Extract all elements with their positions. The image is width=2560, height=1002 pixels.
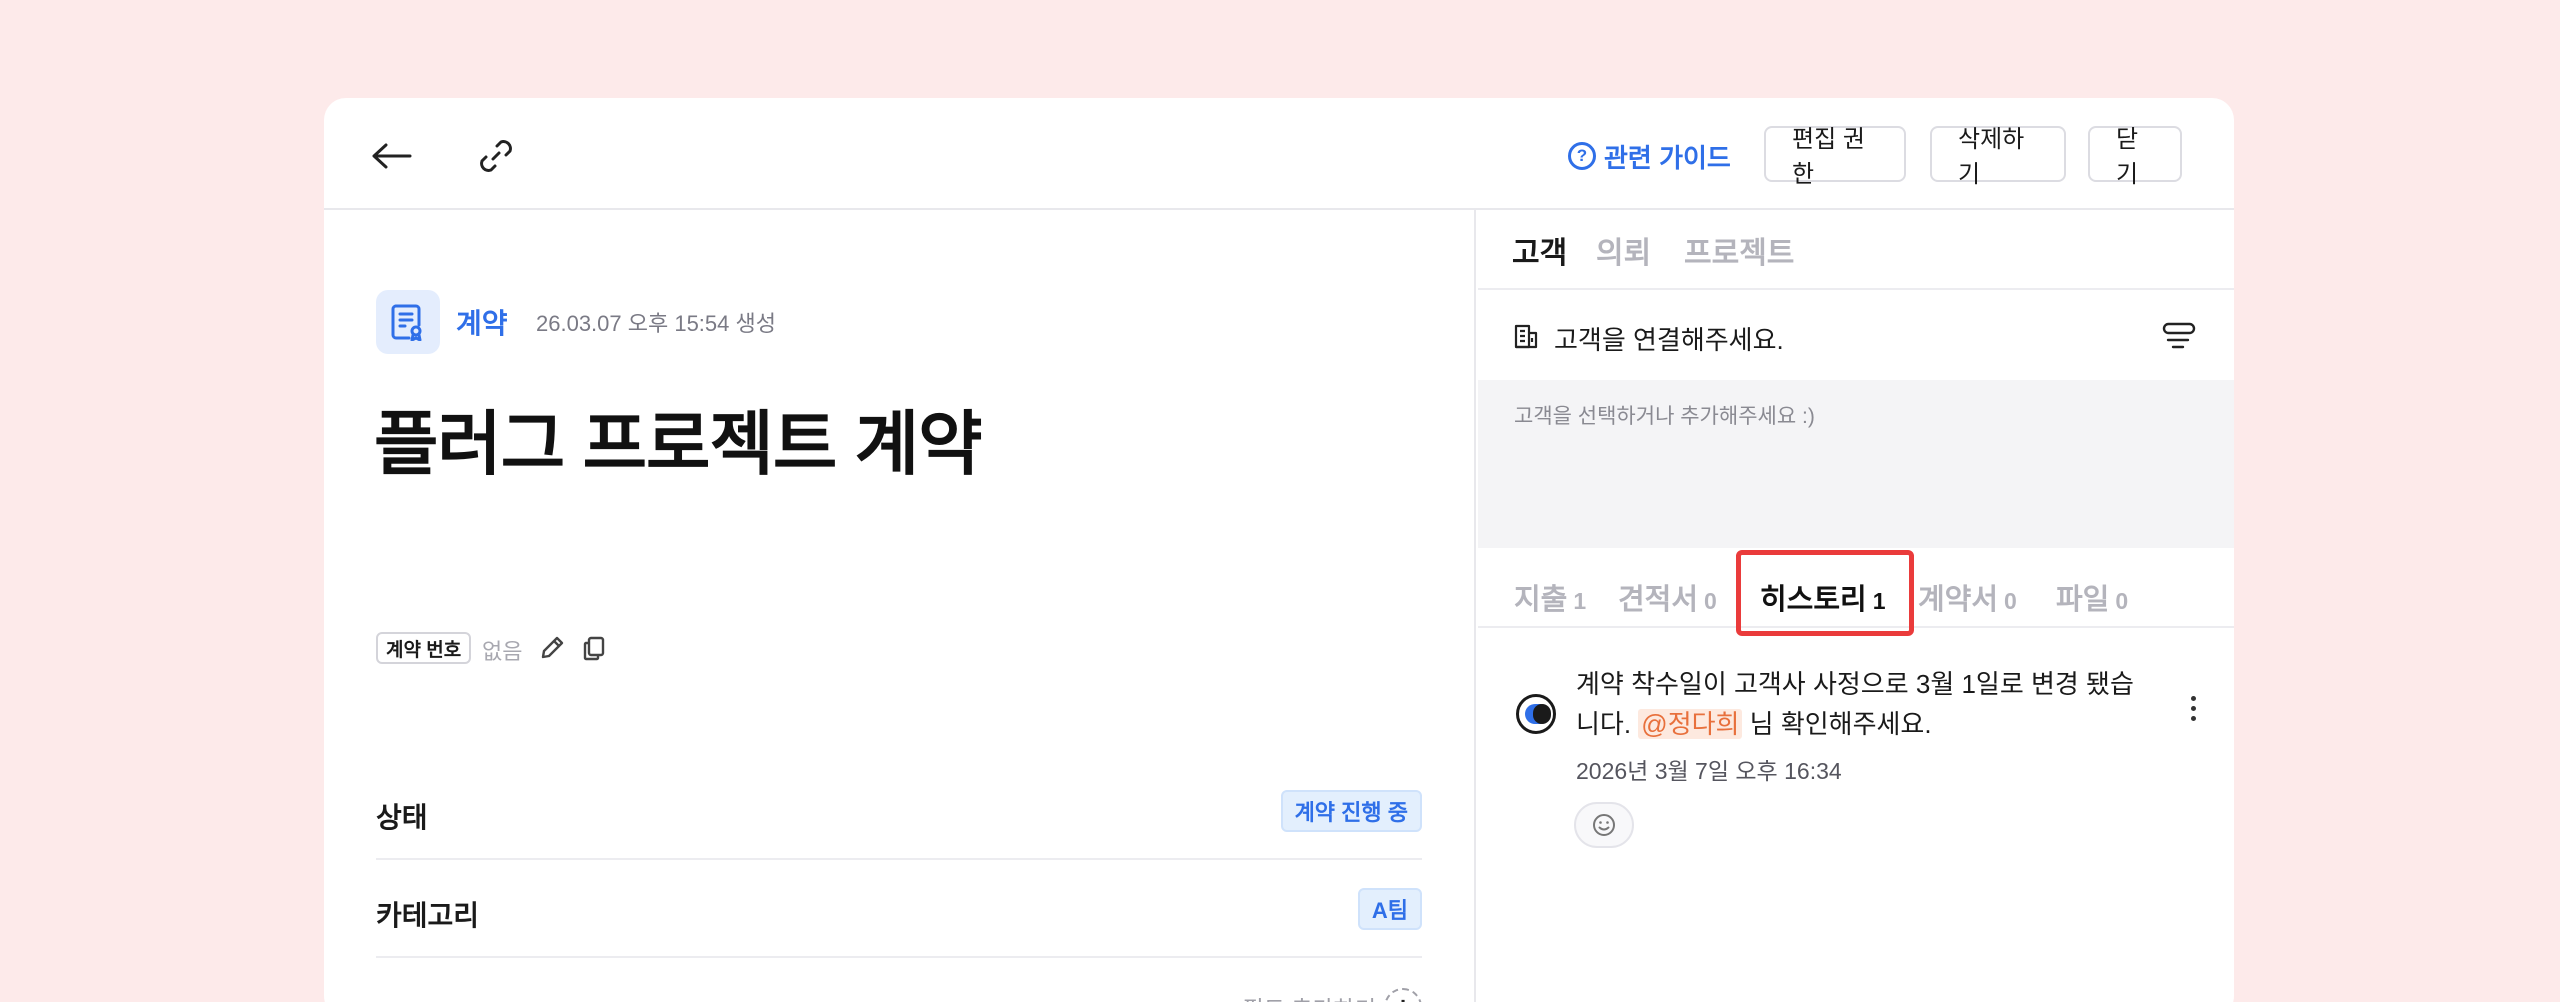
status-badge[interactable]: 계약 진행 중 bbox=[1280, 790, 1422, 832]
tab-quote-label: 견적서 bbox=[1618, 584, 1699, 616]
delete-button[interactable]: 삭제하기 bbox=[1930, 126, 2066, 188]
record-type-label: 계약 bbox=[456, 308, 508, 339]
tab-quote-count: 0 bbox=[1704, 588, 1717, 614]
contract-number-tag: 계약 번호 bbox=[376, 632, 472, 664]
tab-file-label: 파일 bbox=[2056, 584, 2110, 616]
tab-history[interactable]: 히스토리 1 bbox=[1760, 576, 1886, 618]
add-field-button[interactable]: 필드 추가하기 + bbox=[1243, 988, 1422, 1002]
top-toolbar: ? 관련 가이드 편집 권한 삭제하기 닫기 bbox=[324, 98, 2234, 210]
status-field-row: 상태 계약 진행 중 bbox=[376, 762, 1422, 860]
record-details: 계약 26.03.07 오후 15:54 생성 플러그 프로젝트 계약 계약 번… bbox=[324, 210, 1476, 1002]
status-label: 상태 bbox=[376, 802, 428, 833]
contract-document-icon bbox=[376, 290, 440, 354]
tab-contract-doc-count: 0 bbox=[2004, 588, 2017, 614]
tab-history-label: 히스토리 bbox=[1760, 584, 1867, 616]
tab-quote[interactable]: 견적서 0 bbox=[1618, 576, 1717, 618]
history-timestamp: 2026년 3월 7일 오후 16:34 bbox=[1576, 758, 1842, 784]
category-label: 카테고리 bbox=[376, 900, 480, 931]
contract-detail-panel: ? 관련 가이드 편집 권한 삭제하기 닫기 계약 26.03.07 오후 15… bbox=[324, 98, 2234, 1002]
tab-customer[interactable]: 고객 bbox=[1512, 228, 1567, 272]
customer-connect-label: 고객을 연결해주세요. bbox=[1554, 325, 1784, 355]
copy-icon[interactable] bbox=[578, 632, 610, 664]
side-panel: 고객 의뢰 프로젝트 고객을 연결해주세요. 고객을 선택하거나 추가해주세요 … bbox=[1478, 210, 2234, 1002]
activity-tabs: 지출 1 견적서 0 히스토리 1 계약서 0 파일 0 bbox=[1478, 548, 2234, 636]
smiley-icon bbox=[1593, 814, 1615, 836]
help-circle-icon: ? bbox=[1568, 142, 1596, 170]
page-background: ? 관련 가이드 편집 권한 삭제하기 닫기 계약 26.03.07 오후 15… bbox=[0, 0, 2560, 1002]
back-arrow-icon[interactable] bbox=[364, 128, 420, 184]
tab-expense-label: 지출 bbox=[1514, 584, 1568, 616]
tab-contract-doc[interactable]: 계약서 0 bbox=[1918, 576, 2017, 618]
plus-icon: + bbox=[1384, 988, 1422, 1002]
add-field-label: 필드 추가하기 bbox=[1243, 990, 1376, 1002]
edit-permission-button[interactable]: 편집 권한 bbox=[1764, 126, 1906, 188]
link-icon[interactable] bbox=[468, 128, 524, 184]
avatar bbox=[1516, 694, 1556, 734]
relation-tabs: 고객 의뢰 프로젝트 bbox=[1478, 210, 2234, 290]
created-timestamp: 26.03.07 오후 15:54 생성 bbox=[536, 311, 776, 336]
category-badge[interactable]: A팀 bbox=[1357, 888, 1422, 930]
page-title[interactable]: 플러그 프로젝트 계약 bbox=[374, 388, 982, 489]
related-guide-link[interactable]: ? 관련 가이드 bbox=[1568, 136, 1731, 176]
filter-icon[interactable] bbox=[2158, 318, 2198, 354]
tab-file-count: 0 bbox=[2115, 588, 2129, 614]
tab-expense[interactable]: 지출 1 bbox=[1514, 576, 1586, 618]
tab-request[interactable]: 의뢰 bbox=[1596, 228, 1651, 272]
tab-contract-doc-label: 계약서 bbox=[1918, 584, 1999, 616]
customer-connect-row: 고객을 연결해주세요. bbox=[1478, 292, 2234, 380]
emoji-reaction-button[interactable] bbox=[1574, 802, 1634, 848]
customer-placeholder: 고객을 선택하거나 추가해주세요 :) bbox=[1514, 405, 1815, 428]
contract-number-value: 없음 bbox=[482, 639, 523, 664]
more-options-icon[interactable] bbox=[2178, 688, 2208, 728]
tab-file[interactable]: 파일 0 bbox=[2056, 576, 2128, 618]
message-text-end: 님 확인해주세요. bbox=[1742, 709, 1932, 739]
pencil-icon[interactable] bbox=[536, 632, 568, 664]
building-icon bbox=[1512, 322, 1540, 350]
mention-tag[interactable]: @정다희 bbox=[1638, 709, 1743, 739]
customer-select-area[interactable]: 고객을 선택하거나 추가해주세요 :) bbox=[1478, 380, 2234, 548]
close-button[interactable]: 닫기 bbox=[2088, 126, 2182, 188]
history-entry: 계약 착수일이 고객사 사정으로 3월 1일로 변경 됐습니다. @정다희 님 … bbox=[1478, 628, 2234, 848]
tab-project[interactable]: 프로젝트 bbox=[1684, 228, 1794, 272]
guide-label: 관련 가이드 bbox=[1604, 142, 1731, 173]
category-field-row: 카테고리 A팀 bbox=[376, 860, 1422, 958]
history-message: 계약 착수일이 고객사 사정으로 3월 1일로 변경 됐습니다. @정다희 님 … bbox=[1576, 664, 2136, 744]
tab-history-count: 1 bbox=[1872, 588, 1886, 614]
tab-expense-count: 1 bbox=[1573, 588, 1587, 614]
